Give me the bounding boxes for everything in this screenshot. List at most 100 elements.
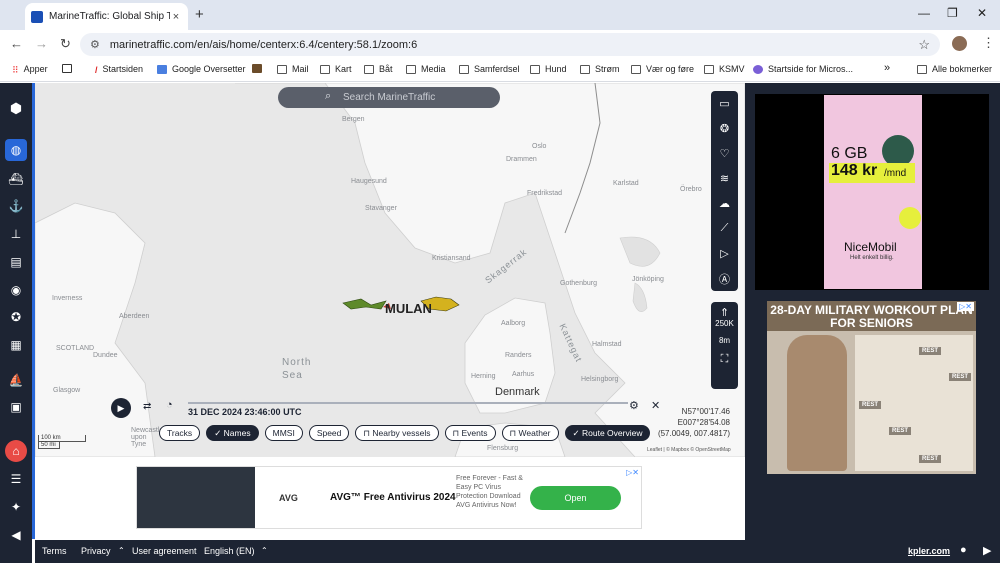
window-close-icon[interactable]: ✕	[977, 6, 987, 20]
marinetraffic-logo-icon[interactable]: ⬢	[5, 97, 27, 119]
tab-title: MarineTraffic: Global Ship Track	[49, 11, 170, 22]
search-icon: ⌕	[325, 90, 332, 102]
swap-icon[interactable]: ⇄	[143, 401, 151, 412]
smiley-icon	[899, 207, 921, 229]
bookmark-kart[interactable]: Kart	[320, 64, 352, 74]
ad-avg-title: AVG™ Free Antivirus 2024	[330, 492, 456, 503]
ad-open-button[interactable]: Open	[530, 486, 621, 510]
ad-avg[interactable]: AVG AVG™ Free Antivirus 2024 Free Foreve…	[136, 466, 642, 529]
apple-app-icon[interactable]: ●	[960, 544, 967, 556]
route-icon[interactable]: Ⓐ	[711, 266, 738, 291]
tab-groups-icon[interactable]	[62, 64, 77, 73]
footer-language-select[interactable]: English (EN)	[204, 546, 255, 556]
address-bar[interactable]: ⚙ marinetraffic.com/en/ais/home/centerx:…	[80, 33, 940, 56]
sparkle-icon[interactable]: ✦	[5, 496, 27, 518]
bookmark-vaer-og-fore[interactable]: Vær og føre	[631, 64, 694, 74]
compass-icon[interactable]: ✪	[5, 306, 27, 328]
vessels-icon[interactable]: ⛴	[5, 168, 27, 190]
adchoices-icon[interactable]: ▷✕	[957, 302, 974, 311]
filter-mmsi[interactable]: MMSI	[264, 425, 303, 441]
forward-icon[interactable]: →	[35, 36, 48, 51]
bookmark-startsiden[interactable]: / Startsiden	[95, 64, 143, 75]
filters-icon[interactable]: ❂	[711, 116, 738, 141]
weather-icon[interactable]: ☁	[711, 191, 738, 216]
vessel-name-label[interactable]: MULAN	[385, 301, 432, 316]
footer-privacy-link[interactable]: Privacy	[81, 546, 111, 556]
filter-speed[interactable]: Speed	[308, 425, 350, 441]
lighthouse-icon[interactable]: ⊥	[5, 223, 27, 245]
bookmark-hund[interactable]: Hund	[530, 64, 567, 74]
timeline-timestamp: 31 DEC 2024 23:46:00 UTC	[188, 407, 302, 417]
map-attribution[interactable]: Leaflet | © Mapbox © OpenStreetMap	[647, 447, 731, 453]
tab-marinetraffic[interactable]: MarineTraffic: Global Ship Track ×	[25, 3, 188, 30]
bookmark-mail[interactable]: Mail	[277, 64, 309, 74]
google-play-icon[interactable]: ▶	[983, 544, 991, 557]
speedometer-icon[interactable]: ◔	[166, 399, 173, 411]
bookmark-startside-microsoft[interactable]: Startside for Micros...	[753, 64, 853, 74]
more-bookmarks-button[interactable]: »	[884, 62, 890, 74]
measure-icon[interactable]: ⟋	[711, 216, 738, 241]
north-arrow-icon[interactable]: ⇑	[711, 302, 738, 319]
tab-close-icon[interactable]: ×	[170, 11, 182, 23]
url-text: marinetraffic.com/en/ais/home/centerx:6.…	[109, 38, 418, 51]
timeline-slider[interactable]	[188, 402, 628, 404]
folder-icon	[530, 64, 540, 74]
map-zoom-panel: ⇑ 250K 8m ⛶	[711, 302, 738, 389]
companies-icon[interactable]: ▤	[5, 251, 27, 273]
signal-icon[interactable]: ◉	[5, 279, 27, 301]
filter-names[interactable]: ✓ Names	[206, 425, 259, 441]
live-map-globe-icon[interactable]: ◍	[5, 139, 27, 161]
bookmark-bat[interactable]: Båt	[364, 64, 393, 74]
filter-weather[interactable]: ⊓ Weather	[501, 425, 559, 441]
layers-stack-icon[interactable]: ≋	[711, 166, 738, 191]
timeline-bar: ▶ ⇄ ◔ 31 DEC 2024 23:46:00 UTC ⚙ ✕	[111, 395, 671, 421]
restore-icon[interactable]: ❐	[947, 6, 958, 20]
minimize-icon[interactable]: —	[918, 6, 930, 20]
browser-menu-icon[interactable]: ⋮	[982, 35, 995, 51]
bookmark-star-icon[interactable]: ☆	[918, 37, 930, 53]
fullscreen-icon[interactable]: ⛶	[711, 353, 738, 366]
profile-avatar[interactable]	[952, 36, 967, 51]
map-layers-icon[interactable]: ▭	[711, 91, 738, 116]
ports-anchor-icon[interactable]: ⚓	[5, 195, 27, 217]
map-label-jonkoping: Jönköping	[632, 276, 664, 283]
ad-nicemobil-creative[interactable]: 6 GB 148 kr /mnd NiceMobil Helt enkelt b…	[824, 95, 922, 289]
bookmark-ksmv[interactable]: KSMV	[704, 64, 745, 74]
adchoices-icon[interactable]: ▷✕	[626, 468, 639, 477]
filter-nearby-vessels[interactable]: ⊓ Nearby vessels	[355, 425, 439, 441]
bookmark-strom[interactable]: Strøm	[580, 64, 620, 74]
announcement-icon[interactable]: ◀	[5, 524, 27, 546]
footer-terms-link[interactable]: Terms	[42, 546, 67, 556]
bookmark-apps[interactable]: ⠿ Apper	[12, 64, 48, 75]
footer-kpler-link[interactable]: kpler.com	[908, 546, 950, 556]
map-label-inverness: Inverness	[52, 295, 83, 302]
chevron-up-icon[interactable]: ⌃	[261, 546, 268, 555]
new-tab-button[interactable]: +	[195, 6, 204, 23]
ad-workout[interactable]: 28-DAY MILITARY WORKOUT PLAN FOR SENIORS…	[767, 301, 976, 474]
database-icon[interactable]: ☰	[5, 468, 27, 490]
fleet-icon[interactable]: ⛵	[5, 369, 27, 391]
bookmark-image[interactable]	[252, 64, 267, 73]
live-map[interactable]: ⌕ Search MarineTraffic Bergen Oslo Dramm…	[35, 83, 745, 457]
site-info-icon[interactable]: ⚙	[90, 38, 100, 51]
favorites-heart-icon[interactable]: ♡	[711, 141, 738, 166]
map-search-bar[interactable]: ⌕ Search MarineTraffic	[278, 87, 500, 108]
cargo-box-icon[interactable]: ▣	[5, 396, 27, 418]
chevron-up-icon[interactable]: ⌃	[118, 546, 125, 555]
bookmark-media[interactable]: Media	[406, 64, 446, 74]
reload-icon[interactable]: ↻	[60, 36, 71, 52]
filter-events[interactable]: ⊓ Events	[444, 425, 496, 441]
back-icon[interactable]: ←	[10, 36, 23, 51]
settings-gear-icon[interactable]: ⚙	[629, 399, 639, 412]
filter-route-overview[interactable]: ✓ Route Overview	[564, 425, 651, 441]
play-icon[interactable]: ▶	[111, 398, 131, 418]
filter-tracks[interactable]: Tracks	[159, 425, 201, 441]
bookmark-samferdsel[interactable]: Samferdsel	[459, 64, 520, 74]
check-icon: ✓	[214, 427, 224, 438]
tag-icon[interactable]: ⌂	[5, 440, 27, 462]
footer-user-agreement-link[interactable]: User agreement	[132, 546, 197, 556]
bookmark-all[interactable]: Alle bokmerker	[917, 64, 992, 74]
bookmark-google-translate[interactable]: Google Oversetter	[157, 64, 246, 74]
playback-icon[interactable]: ▷	[711, 241, 738, 266]
table-icon[interactable]: ▦	[5, 334, 27, 356]
